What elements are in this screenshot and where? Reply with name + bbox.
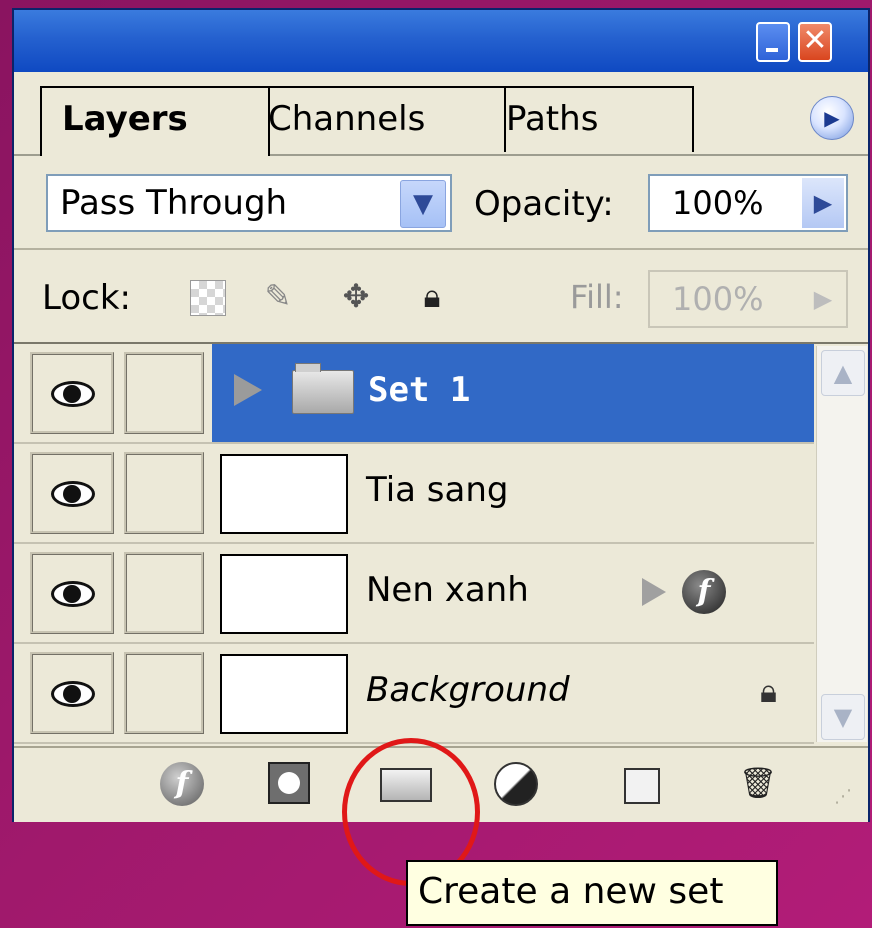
- layers-list: Set 1 Tia sang Nen xanh f Background 🔒︎ …: [14, 344, 868, 744]
- tab-channels[interactable]: Channels: [246, 86, 506, 152]
- palette-menu-button[interactable]: ▶: [810, 96, 854, 140]
- visibility-toggle[interactable]: [30, 552, 114, 634]
- tab-channels-label: Channels: [268, 99, 426, 139]
- layers-palette: ✕ Paths Channels Layers ▶ Pass Through ▼…: [12, 8, 870, 822]
- palette-title-bar[interactable]: ✕: [14, 10, 868, 72]
- tab-paths-label: Paths: [506, 99, 599, 139]
- layer-thumbnail: [220, 654, 348, 734]
- close-button[interactable]: ✕: [798, 22, 832, 62]
- layer-name: Nen xanh: [366, 570, 529, 610]
- tab-layers[interactable]: Layers: [40, 86, 270, 156]
- tab-paths[interactable]: Paths: [484, 86, 694, 152]
- opacity-value: 100%: [672, 184, 764, 222]
- fill-value: 100%: [672, 280, 764, 318]
- link-toggle[interactable]: [124, 652, 204, 734]
- close-icon: ✕: [802, 23, 828, 58]
- lock-transparency-icon[interactable]: [190, 280, 226, 316]
- layer-name: Tia sang: [366, 470, 509, 510]
- visibility-toggle[interactable]: [30, 652, 114, 734]
- eye-icon: [51, 381, 95, 407]
- link-toggle[interactable]: [124, 552, 204, 634]
- resize-grip-icon[interactable]: ⋰: [834, 786, 852, 807]
- opacity-field[interactable]: 100% ▶: [648, 174, 848, 232]
- add-mask-icon[interactable]: [268, 762, 310, 804]
- layer-name-area[interactable]: Background 🔒︎: [212, 644, 814, 742]
- palette-menu-icon: ▶: [824, 106, 840, 130]
- layer-name-area[interactable]: Nen xanh f: [212, 544, 814, 642]
- opacity-slider-arrow-icon[interactable]: ▶: [802, 178, 844, 228]
- expand-triangle-icon[interactable]: [234, 374, 262, 406]
- layer-row-tia-sang[interactable]: Tia sang: [14, 444, 814, 544]
- lock-label: Lock:: [42, 278, 131, 318]
- layer-effects-icon[interactable]: f: [682, 570, 726, 614]
- layer-thumbnail: [220, 554, 348, 634]
- tab-strip: Paths Channels Layers ▶: [14, 72, 868, 156]
- layer-thumbnail: [220, 454, 348, 534]
- fill-slider-arrow-icon: ▶: [802, 274, 844, 324]
- visibility-toggle[interactable]: [30, 352, 114, 434]
- trash-icon[interactable]: 🗑︎: [738, 762, 778, 806]
- new-layer-icon[interactable]: [624, 768, 660, 804]
- lock-position-move-icon[interactable]: ✥: [336, 276, 376, 316]
- layer-name: Background: [366, 670, 570, 710]
- layer-row-background[interactable]: Background 🔒︎: [14, 644, 814, 744]
- layer-row-nen-xanh[interactable]: Nen xanh f: [14, 544, 814, 644]
- lock-image-brush-icon[interactable]: ✎: [258, 276, 298, 316]
- link-toggle[interactable]: [124, 452, 204, 534]
- lock-icon: 🔒︎: [760, 672, 778, 710]
- eye-icon: [51, 581, 95, 607]
- fill-label: Fill:: [570, 278, 624, 316]
- tab-layers-label: Layers: [62, 99, 188, 139]
- layer-name-area[interactable]: Set 1: [212, 344, 814, 442]
- folder-icon: [292, 363, 354, 414]
- scroll-down-button[interactable]: ▼: [821, 694, 865, 740]
- effects-expand-triangle-icon[interactable]: [642, 578, 666, 606]
- chevron-down-icon[interactable]: ▼: [400, 180, 446, 228]
- layer-row-set-1[interactable]: Set 1: [14, 344, 814, 444]
- blend-mode-value: Pass Through: [60, 183, 288, 223]
- tooltip: Create a new set: [406, 860, 778, 926]
- lock-row: Lock: ✎ ✥ 🔒︎ Fill: 100% ▶: [14, 250, 868, 344]
- blend-mode-select[interactable]: Pass Through ▼: [46, 174, 452, 232]
- layer-name: Set 1: [368, 370, 471, 410]
- vertical-scrollbar[interactable]: ▲ ▼: [816, 346, 867, 742]
- scroll-up-button[interactable]: ▲: [821, 350, 865, 396]
- eye-icon: [51, 481, 95, 507]
- visibility-toggle[interactable]: [30, 452, 114, 534]
- blend-row: Pass Through ▼ Opacity: 100% ▶: [14, 156, 868, 250]
- eye-icon: [51, 681, 95, 707]
- layer-name-area[interactable]: Tia sang: [212, 444, 814, 542]
- minimize-button[interactable]: [756, 22, 790, 62]
- lock-all-icon[interactable]: 🔒︎: [412, 276, 452, 316]
- link-toggle[interactable]: [124, 352, 204, 434]
- opacity-label: Opacity:: [474, 184, 614, 224]
- adjustment-layer-icon[interactable]: [494, 762, 538, 806]
- layer-style-icon[interactable]: f: [160, 762, 204, 806]
- fill-field: 100% ▶: [648, 270, 848, 328]
